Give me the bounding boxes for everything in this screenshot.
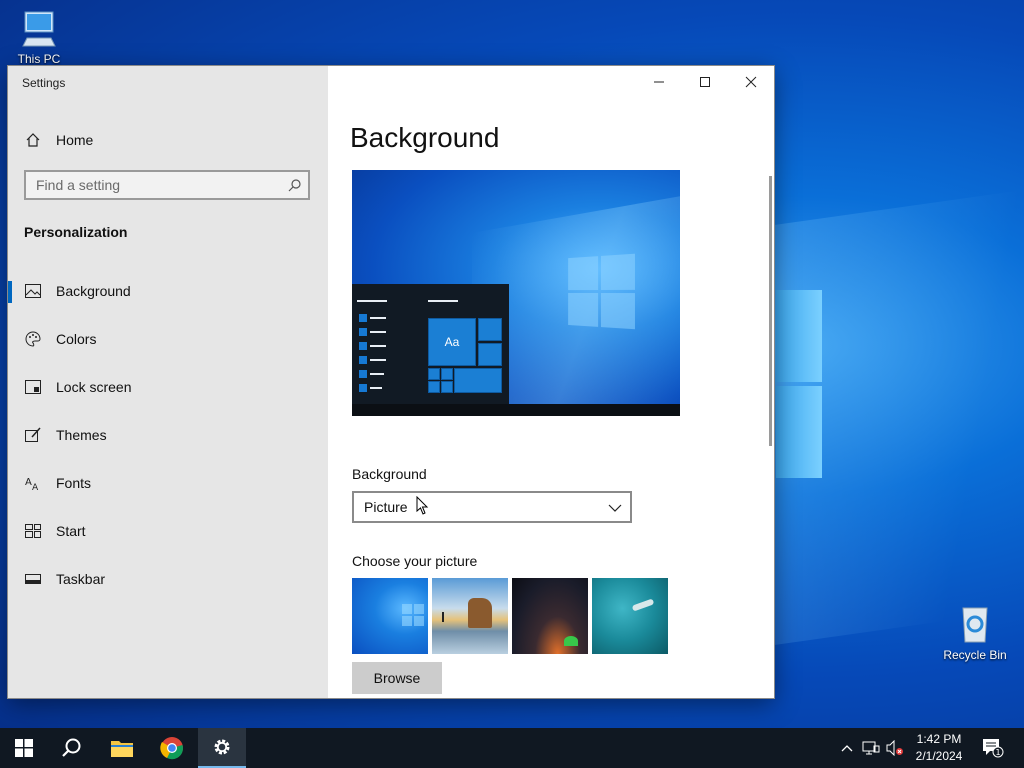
chrome-icon [160, 737, 183, 760]
sidebar-item-label: Colors [56, 331, 97, 347]
home-label: Home [56, 132, 94, 148]
picture-icon [24, 282, 42, 300]
network-icon[interactable] [862, 738, 880, 758]
sidebar-item-themes[interactable]: Themes [8, 415, 328, 455]
clock-time: 1:42 PM [916, 732, 962, 746]
sidebar-item-label: Lock screen [56, 379, 132, 395]
chevron-down-icon [608, 501, 622, 513]
volume-muted-icon[interactable] [886, 738, 904, 758]
this-pc-label: This PC [17, 52, 61, 66]
settings-content: Background Aa Background Picture Choose … [328, 66, 774, 698]
choose-picture-label: Choose your picture [352, 553, 478, 569]
sidebar-item-label: Background [56, 283, 131, 299]
computer-icon [19, 8, 59, 48]
fonts-icon: AA [24, 474, 42, 492]
search-button[interactable] [48, 728, 96, 768]
windows-logo-preview [568, 253, 636, 331]
picture-thumbnail[interactable] [432, 578, 508, 654]
desktop-windows-logo [776, 290, 822, 480]
picture-thumbnail[interactable] [352, 578, 428, 654]
picture-thumbnail[interactable] [592, 578, 668, 654]
gear-icon [214, 739, 230, 755]
taskbar: 1:42 PM 2/1/2024 1 [0, 728, 1024, 768]
sidebar-item-label: Start [56, 523, 86, 539]
close-button[interactable] [728, 66, 774, 98]
taskbar-clock[interactable]: 1:42 PM 2/1/2024 [906, 731, 972, 765]
show-hidden-icons-chevron-icon[interactable] [838, 738, 856, 758]
sidebar-item-taskbar[interactable]: Taskbar [8, 559, 328, 599]
picture-thumbnails [352, 578, 672, 654]
clock-date: 2/1/2024 [915, 749, 963, 763]
notification-count: 1 [995, 748, 1000, 757]
minimize-button[interactable] [636, 66, 682, 98]
background-dropdown-value: Picture [364, 499, 408, 515]
taskbar-icon [24, 570, 42, 588]
maximize-button[interactable] [682, 66, 728, 98]
section-title: Personalization [24, 224, 128, 240]
folder-icon [111, 741, 133, 757]
svg-text:A: A [25, 477, 32, 488]
browse-button[interactable]: Browse [352, 662, 442, 694]
mouse-cursor-icon [416, 495, 430, 516]
search-placeholder: Find a setting [36, 177, 121, 193]
lock-screen-icon [24, 378, 42, 396]
sidebar-home[interactable]: Home [24, 128, 93, 152]
background-label: Background [352, 466, 427, 482]
content-scrollbar[interactable] [769, 176, 772, 446]
settings-window: Settings Home Find a setting Personaliza… [8, 66, 774, 698]
close-icon [745, 76, 757, 88]
windows-start-icon [15, 739, 33, 757]
picture-thumbnail[interactable] [512, 578, 588, 654]
taskbar-preview [352, 404, 680, 416]
background-dropdown[interactable]: Picture [352, 491, 632, 523]
preview-tile-aa: Aa [428, 318, 476, 366]
chrome-button[interactable] [148, 728, 196, 768]
window-title: Settings [22, 76, 66, 90]
start-button[interactable] [0, 728, 48, 768]
themes-icon [24, 426, 42, 444]
search-icon [288, 178, 302, 192]
minimize-icon [654, 81, 664, 83]
settings-sidebar: Settings Home Find a setting Personaliza… [8, 66, 328, 698]
sidebar-item-label: Themes [56, 427, 107, 443]
recycle-bin-label: Recycle Bin [943, 648, 1007, 662]
sidebar-item-lock-screen[interactable]: Lock screen [8, 367, 328, 407]
maximize-icon [700, 77, 710, 87]
start-menu-preview: Aa [352, 284, 509, 406]
search-icon [62, 738, 81, 757]
file-explorer-button[interactable] [98, 728, 146, 768]
sidebar-item-fonts[interactable]: AA Fonts [8, 463, 328, 503]
start-icon [24, 522, 42, 540]
background-preview: Aa [352, 170, 680, 416]
home-icon [24, 131, 42, 149]
sidebar-item-label: Taskbar [56, 571, 106, 587]
notification-icon: 1 [983, 739, 1004, 758]
window-caption-buttons [636, 66, 774, 98]
palette-icon [24, 330, 42, 348]
search-input[interactable]: Find a setting [24, 170, 310, 200]
recycle-bin-desktop-icon[interactable]: Recycle Bin [940, 604, 1010, 662]
svg-text:A: A [32, 483, 39, 491]
page-title: Background [350, 122, 500, 153]
this-pc-desktop-icon[interactable]: This PC [4, 8, 74, 66]
settings-taskbar-button[interactable] [198, 728, 246, 768]
sidebar-item-label: Fonts [56, 475, 92, 491]
sidebar-item-background[interactable]: Background [8, 271, 328, 311]
action-center-button[interactable]: 1 [982, 738, 1004, 758]
sidebar-item-start[interactable]: Start [8, 511, 328, 551]
recycle-bin-icon [955, 604, 995, 644]
sidebar-item-colors[interactable]: Colors [8, 319, 328, 359]
